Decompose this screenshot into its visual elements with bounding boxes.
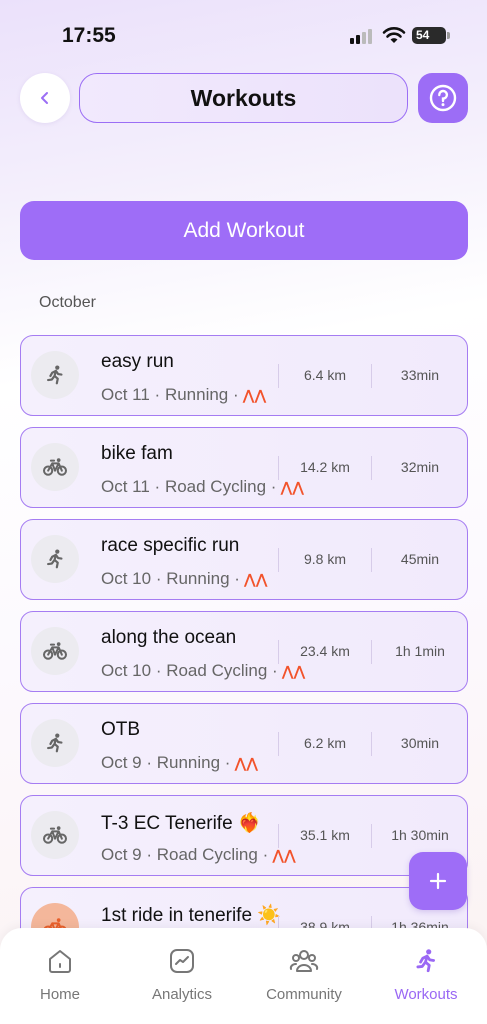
workout-duration: 1h 30min (391, 827, 449, 843)
workout-card[interactable]: along the ocean Oct 10 · Road Cycling · ⋀… (20, 611, 468, 692)
workout-duration: 1h 1min (395, 643, 445, 659)
strava-icon: ⋀⋀ (243, 571, 268, 587)
workout-duration: 32min (400, 459, 440, 475)
running-icon (31, 351, 79, 399)
workout-meta: Oct 9 · Road Cycling · ⋀⋀ (101, 845, 296, 864)
plus-icon (429, 872, 447, 890)
back-button[interactable] (20, 73, 70, 123)
add-fab-button[interactable] (409, 852, 467, 910)
workout-date: Oct 11 (101, 477, 150, 496)
workout-distance: 6.4 km (303, 367, 346, 383)
workout-title: T-3 EC Tenerife ❤️‍🔥 (101, 813, 262, 834)
workout-date: Oct 9 (101, 753, 142, 772)
workout-meta: Oct 9 · Running · ⋀⋀ (101, 753, 259, 772)
status-bar: 17:55 54 (0, 0, 487, 70)
bike-icon (31, 443, 79, 491)
tab-label: Analytics (151, 986, 213, 1003)
page-title: Workouts (79, 73, 408, 123)
workout-type: Running (156, 753, 221, 772)
workout-type: Running (164, 385, 229, 404)
strava-icon: ⋀⋀ (234, 755, 259, 771)
workout-type: Running (166, 569, 230, 588)
workout-meta: Oct 11 · Running · ⋀⋀ (101, 385, 267, 404)
workout-card[interactable]: race specific run Oct 10 · Running · ⋀⋀ 9… (20, 519, 468, 600)
workout-distance: 23.4 km (300, 643, 350, 659)
workout-meta: Oct 10 · Running · ⋀⋀ (101, 569, 268, 588)
workout-type: Road Cycling (164, 477, 267, 496)
running-icon (31, 535, 79, 583)
workout-duration: 33min (400, 367, 440, 383)
workout-list: easy run Oct 11 · Running · ⋀⋀ 6.4 km 33m… (20, 335, 468, 979)
workout-title: along the ocean (101, 627, 237, 648)
workout-distance: 6.2 km (303, 735, 346, 751)
bottom-tab-bar: Home Analytics Community Workouts (0, 928, 487, 1024)
community-icon (289, 950, 319, 972)
workout-title: easy run (101, 351, 174, 372)
home-icon (49, 950, 71, 973)
workout-title: race specific run (101, 535, 240, 556)
workout-distance: 9.8 km (303, 551, 346, 567)
tab-label: Community (266, 986, 342, 1003)
chevron-left-icon (41, 92, 48, 104)
running-icon (31, 719, 79, 767)
tab-label: Workouts (394, 986, 458, 1003)
strava-icon: ⋀⋀ (281, 663, 306, 679)
workout-title: bike fam (101, 443, 173, 464)
workout-card[interactable]: T-3 EC Tenerife ❤️‍🔥 Oct 9 · Road Cyclin… (20, 795, 468, 876)
tab-community[interactable]: Community (249, 946, 359, 1003)
tab-label: Home (39, 986, 80, 1003)
workout-distance: 14.2 km (300, 459, 350, 475)
workout-meta: Oct 10 · Road Cycling · ⋀⋀ (101, 661, 306, 680)
section-month-label: October (39, 294, 96, 311)
tab-home[interactable]: Home (5, 946, 115, 1003)
running-icon (416, 949, 435, 973)
workout-type: Road Cycling (156, 845, 258, 864)
help-button[interactable] (418, 73, 468, 123)
strava-icon: ⋀⋀ (280, 479, 305, 495)
strava-icon: ⋀⋀ (272, 847, 296, 863)
workout-duration: 30min (400, 735, 440, 751)
wifi-icon (382, 27, 406, 43)
workout-title: 1st ride in tenerife ☀️ (101, 905, 281, 926)
analytics-icon (170, 949, 194, 973)
status-time: 17:55 (62, 24, 116, 47)
workout-card[interactable]: bike fam Oct 11 · Road Cycling · ⋀⋀ 14.2 … (20, 427, 468, 508)
signal-icon (350, 28, 376, 44)
tab-analytics[interactable]: Analytics (127, 946, 237, 1003)
workout-type: Road Cycling (166, 661, 268, 680)
strava-icon: ⋀⋀ (242, 387, 267, 403)
workout-date: Oct 10 (101, 661, 152, 680)
workout-card[interactable]: easy run Oct 11 · Running · ⋀⋀ 6.4 km 33m… (20, 335, 468, 416)
bike-icon (31, 811, 79, 859)
workout-meta: Oct 11 · Road Cycling · ⋀⋀ (101, 477, 305, 496)
workout-title: OTB (101, 719, 141, 740)
question-circle-icon (429, 84, 457, 112)
workout-date: Oct 10 (101, 569, 152, 588)
workout-card[interactable]: OTB Oct 9 · Running · ⋀⋀ 6.2 km 30min (20, 703, 468, 784)
battery-indicator: 54 (412, 27, 450, 44)
bike-icon (31, 627, 79, 675)
workout-duration: 45min (400, 551, 440, 567)
workout-distance: 35.1 km (300, 827, 350, 843)
workout-date: Oct 9 (101, 845, 142, 864)
tab-workouts[interactable]: Workouts (371, 946, 481, 1003)
add-workout-button[interactable]: Add Workout (20, 201, 468, 260)
workout-date: Oct 11 (101, 385, 150, 404)
